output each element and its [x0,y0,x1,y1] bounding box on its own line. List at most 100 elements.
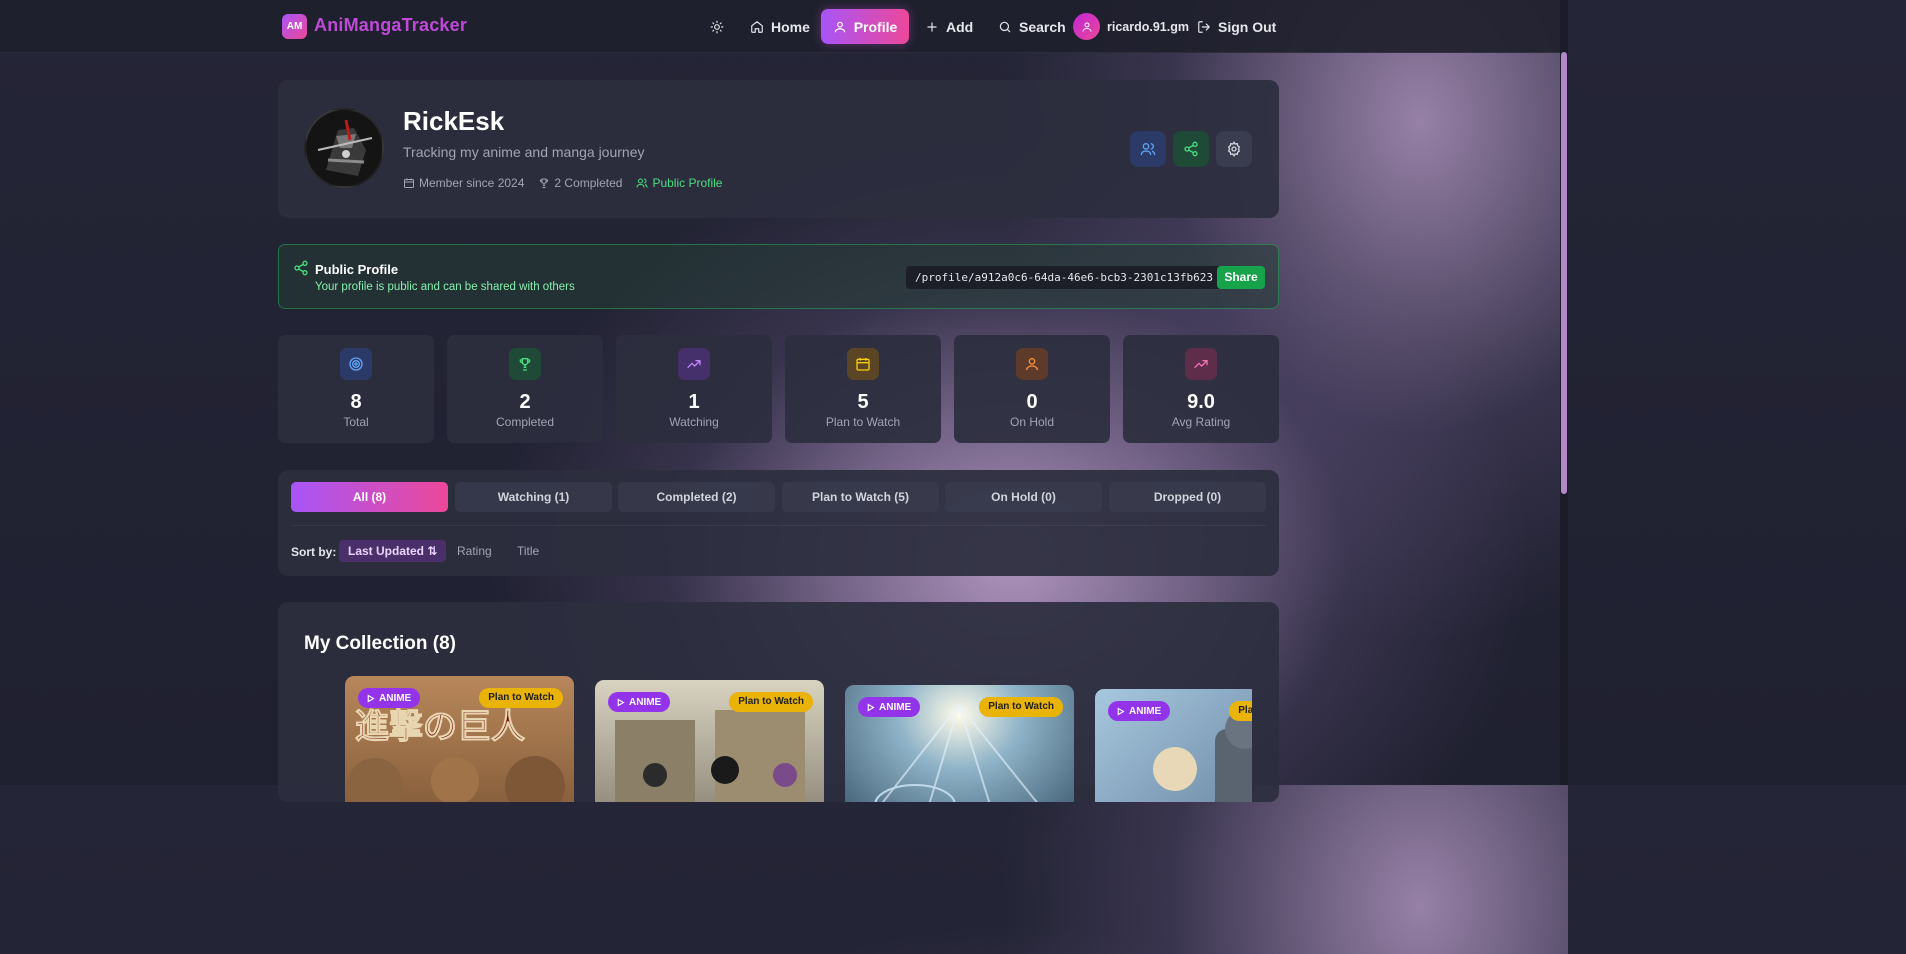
share-icon [294,260,308,276]
stat-label: Total [343,415,369,429]
public-banner-title: Public Profile [315,262,399,277]
completed-count: 2 Completed [538,176,622,190]
nav-home[interactable]: Home [750,9,810,44]
scrollbar-thumb[interactable] [1561,52,1567,494]
collection-item[interactable]: ANIME Plan to Watch [595,680,824,802]
collection-item[interactable]: ANIME Plan to Watch [1095,689,1252,802]
calendar-icon [856,358,870,371]
users-icon [1140,143,1156,156]
tab-on-hold[interactable]: On Hold (0) [945,482,1102,512]
collection-item[interactable]: ANIME Plan to Watch [845,685,1074,802]
share-profile-button[interactable] [1173,131,1209,167]
target-icon [349,357,363,371]
trophy-icon [540,178,549,188]
stat-value: 5 [857,391,869,413]
stat-label: Avg Rating [1171,415,1231,429]
collection-item[interactable]: 進撃の巨人 ANIME Plan to Watch [345,676,574,802]
tab-plan-to-watch[interactable]: Plan to Watch (5) [782,482,939,512]
top-nav: AM AniMangaTracker Home Profile Add Sear… [0,0,1560,53]
type-badge: ANIME [1108,701,1171,721]
status-badge: Plan to Watch [729,692,813,712]
nav-user[interactable]: ricardo.91.gm [1073,9,1189,44]
stat-label: On Hold [1009,415,1055,429]
stat-icon-bg [509,348,541,380]
stat-card-completed: 2 Completed [447,335,603,443]
play-icon [1117,707,1125,715]
stat-card-on-hold: 0 On Hold [954,335,1110,443]
stat-card-total: 8 Total [278,335,434,443]
stat-card-avg-rating: 9.0 Avg Rating [1123,335,1279,443]
nav-profile[interactable]: Profile [821,9,909,44]
stat-value: 1 [688,391,700,413]
calendar-icon [404,178,414,188]
profile-header-card: RickEsk Tracking my anime and manga jour… [278,80,1279,218]
tab-completed[interactable]: Completed (2) [618,482,775,512]
home-icon [751,20,763,33]
share-button[interactable]: Share [1217,266,1265,289]
play-icon [867,703,875,711]
sign-out-label: Sign Out [1218,18,1277,35]
profile-bio: Tracking my anime and manga journey [403,144,645,160]
stat-label: Completed [495,415,555,429]
stat-icon-bg [340,348,372,380]
collection-card: My Collection (8) 進撃の巨人 ANIME Plan to Wa… [278,602,1279,802]
tab-watching[interactable]: Watching (1) [455,482,612,512]
nav-add-label: Add [946,18,974,35]
sort-last-updated[interactable]: Last Updated ⇅ [339,540,447,562]
tab-all[interactable]: All (8) [291,482,448,512]
stat-label: Plan to Watch [825,415,901,429]
stat-value: 2 [519,391,531,413]
stat-card-plan-to-watch: 5 Plan to Watch [785,335,941,443]
type-badge-label: ANIME [379,692,412,704]
stat-icon-bg [847,348,879,380]
user-icon [834,21,845,32]
logo-mark[interactable]: AM [282,14,307,39]
stat-icon-bg [1185,348,1217,380]
status-badge: Plan to Watch [1229,701,1252,721]
settings-button[interactable] [1216,131,1252,167]
nav-home-label: Home [771,18,810,35]
user-icon [1026,358,1038,371]
users-icon [636,178,648,188]
trending-up-icon [687,360,701,368]
sort-rating[interactable]: Rating [448,540,501,562]
member-since: Member since 2024 [403,176,524,190]
sort-label: Sort by: [291,545,337,559]
type-badge: ANIME [358,688,421,708]
avatar [1073,13,1100,40]
search-icon [999,21,1011,32]
stat-value: 8 [350,391,362,413]
profile-url[interactable]: /profile/a912a0c6-64da-46e6-bcb3-2301c13… [906,266,1223,289]
stat-value: 0 [1026,391,1038,413]
stat-value: 9.0 [1187,391,1215,413]
stat-label: Watching [669,415,719,429]
profile-username: RickEsk [403,106,505,136]
sun-icon [710,20,724,33]
divider [291,525,1266,526]
tab-dropped[interactable]: Dropped (0) [1109,482,1266,512]
profile-avatar [304,108,384,188]
filter-card: All (8) Watching (1) Completed (2) Plan … [278,470,1279,576]
sign-out-button[interactable]: Sign Out [1197,9,1276,44]
avatar-image [306,110,382,186]
poster-carousel: 進撃の巨人 ANIME Plan to Watch ANIME Plan to … [278,602,1252,802]
public-profile-banner: Public Profile Your profile is public an… [278,244,1279,309]
friends-button[interactable] [1130,131,1166,167]
user-icon [1082,22,1091,32]
visibility-status: Public Profile [636,176,722,190]
svg-text:進撃の巨人: 進撃の巨人 [355,707,525,747]
nav-search[interactable]: Search [998,9,1066,44]
nav-search-label: Search [1019,18,1066,35]
nav-user-email: ricardo.91.gm [1107,19,1189,34]
sort-title[interactable]: Title [508,540,548,562]
theme-toggle-button[interactable] [710,9,724,44]
play-icon [367,694,375,702]
completed-count-label: 2 Completed [554,176,623,190]
profile-meta: Member since 2024 2 Completed Public Pro… [403,176,722,190]
trophy-icon [519,358,531,371]
app-name[interactable]: AniMangaTracker [314,15,467,36]
stat-icon-bg [678,348,710,380]
plus-icon [927,21,937,32]
nav-add[interactable]: Add [925,9,973,44]
type-badge-label: ANIME [629,696,662,708]
